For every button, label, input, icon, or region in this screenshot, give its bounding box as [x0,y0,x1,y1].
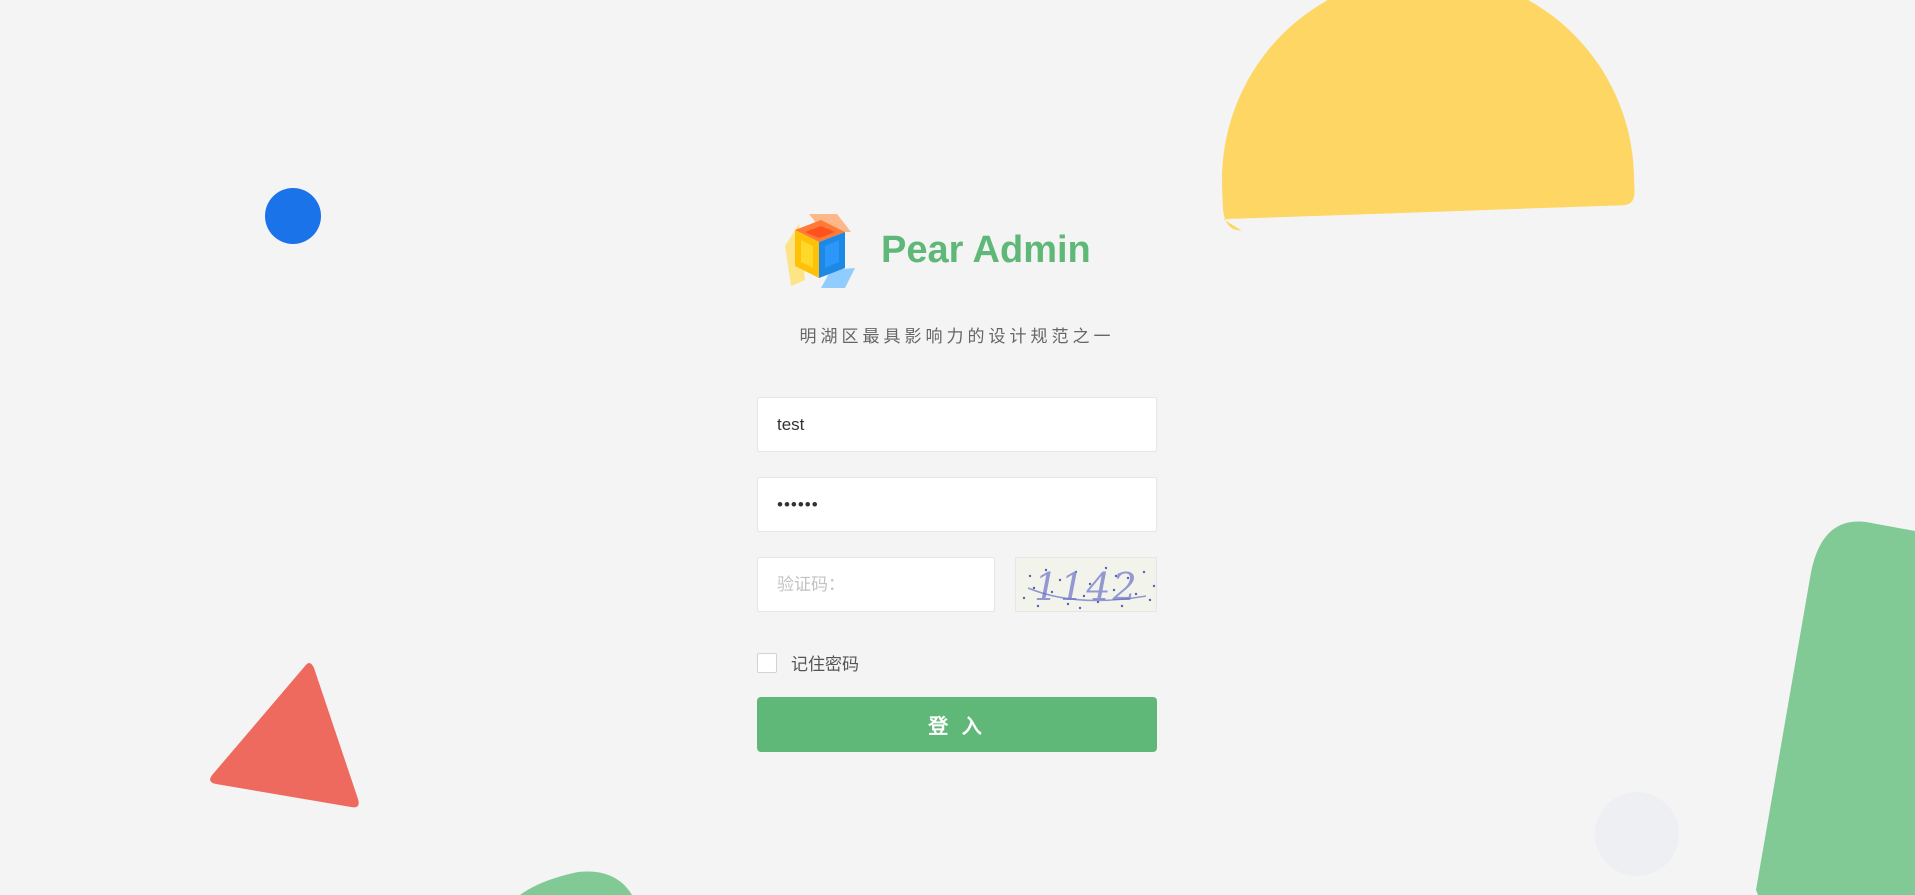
green-block-shape [1756,521,1915,895]
yellow-semicircle-shape [1222,0,1635,231]
app-title: Pear Admin [881,228,1091,271]
app-slogan: 明湖区最具影响力的设计规范之一 [799,327,1115,346]
red-triangle-shape [210,662,359,808]
pear-cube-logo-icon [785,214,855,288]
captcha-image[interactable]: 1142 [1015,557,1157,612]
captcha-input[interactable] [757,557,995,612]
blue-circle-shape [265,188,321,244]
faint-circle-shape [1595,792,1679,876]
remember-label: 记住密码 [791,655,859,674]
captcha-text: 1142 [1034,565,1139,609]
green-blob-shape [520,871,632,895]
brand-header: Pear Admin [781,210,1091,290]
remember-password[interactable]: 记住密码 [757,650,859,675]
username-input[interactable] [757,397,1157,452]
password-input[interactable] [757,477,1157,532]
remember-checkbox[interactable] [757,652,777,673]
login-button[interactable]: 登 入 [757,697,1157,752]
